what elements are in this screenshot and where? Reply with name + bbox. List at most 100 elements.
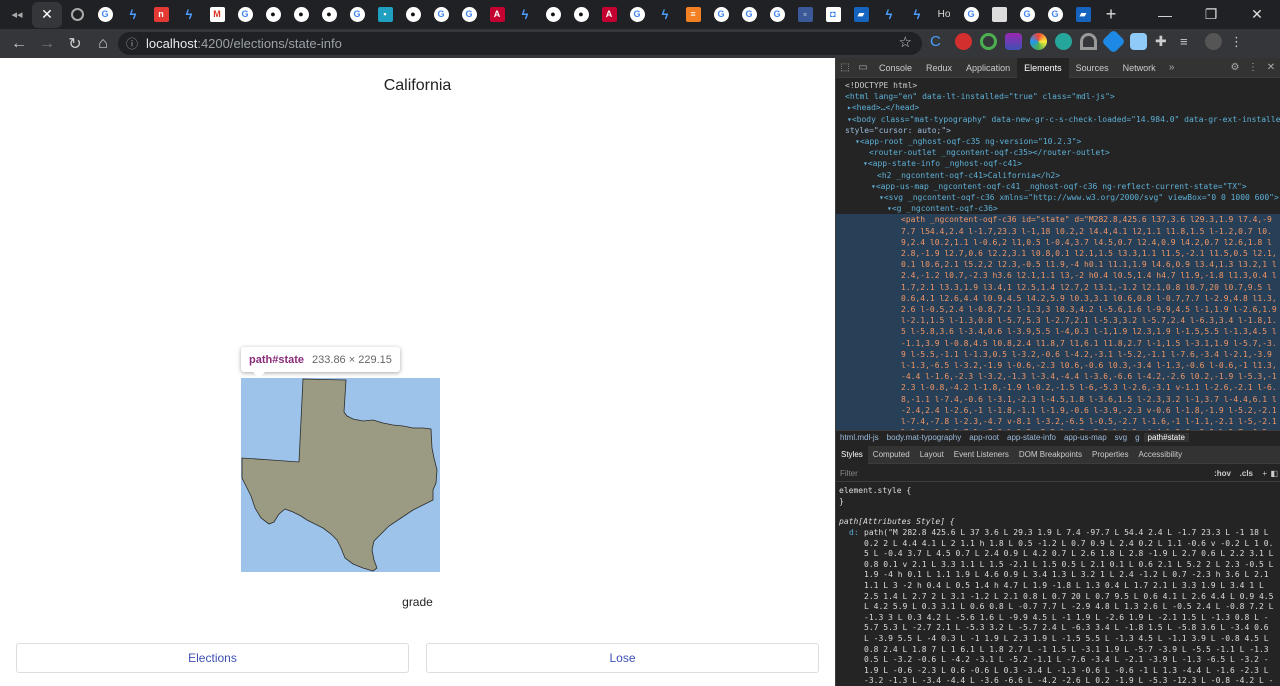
browser-tab-active[interactable]: ✕ (32, 1, 62, 28)
dom-node[interactable]: <router-outlet _ngcontent-oqf-c35></rout… (836, 147, 1280, 158)
dom-node[interactable]: ▾<app-state-info _nghost-oqf-c41> (836, 158, 1280, 169)
browser-tab[interactable]: ϟ (120, 2, 146, 28)
browser-tab[interactable]: n (148, 2, 174, 28)
settings-gear-icon[interactable]: ⚙ (1226, 62, 1244, 73)
extension-icon[interactable] (1080, 33, 1097, 50)
extension-icon[interactable]: C (930, 33, 947, 50)
address-bar[interactable]: ⓘ localhost:4200/elections/state-info ☆ (118, 32, 922, 55)
elections-button[interactable]: Elections (16, 643, 409, 673)
sidebar-toggle-icon[interactable]: ◧ (1270, 469, 1278, 478)
browser-tab[interactable]: G (344, 2, 370, 28)
browser-tab[interactable]: ● (260, 2, 286, 28)
info-icon[interactable]: ⓘ (126, 35, 138, 52)
device-toggle-icon[interactable]: ▭ (854, 62, 872, 73)
tab-elements[interactable]: Elements (1017, 57, 1069, 78)
browser-tab[interactable]: G (1042, 2, 1068, 28)
browser-tab[interactable]: G (428, 2, 454, 28)
browser-tab[interactable]: ϟ (176, 2, 202, 28)
element-style-rule[interactable]: element.style { (839, 486, 1278, 497)
browser-tab[interactable]: G (708, 2, 734, 28)
dom-node[interactable]: <h2 _ngcontent-oqf-c41>California</h2> (836, 170, 1280, 181)
browser-tab[interactable]: ● (568, 2, 594, 28)
browser-tab[interactable]: ● (540, 2, 566, 28)
browser-tab[interactable]: G (958, 2, 984, 28)
kebab-menu-icon[interactable]: ⋮ (1244, 62, 1262, 73)
inspect-icon[interactable]: ⬚ (836, 62, 854, 73)
tab-application[interactable]: Application (959, 58, 1017, 78)
browser-tab[interactable]: ϟ (652, 2, 678, 28)
browser-tab[interactable]: ▪ (372, 2, 398, 28)
browser-tab[interactable] (986, 2, 1012, 28)
breadcrumb-item[interactable]: g (1131, 433, 1143, 442)
breadcrumb-item[interactable]: svg (1111, 433, 1131, 442)
browser-tab[interactable]: ϟ (512, 2, 538, 28)
browser-tab[interactable]: ◘ (820, 2, 846, 28)
breadcrumb-item[interactable]: app-root (965, 433, 1003, 442)
dom-node[interactable]: <html lang="en" data-lt-installed="true"… (836, 91, 1280, 102)
avatar[interactable] (1205, 33, 1222, 50)
extension-icon[interactable] (1030, 33, 1047, 50)
close-window-button[interactable]: ✕ (1234, 0, 1280, 29)
browser-tab[interactable]: G (456, 2, 482, 28)
hov-toggle[interactable]: :hov (1214, 469, 1231, 478)
minimize-button[interactable]: — (1142, 0, 1188, 29)
dom-node[interactable]: ▾<app-root _nghost-oqf-c35 ng-version="1… (836, 136, 1280, 147)
browser-tab[interactable]: ▰ (848, 2, 874, 28)
home-button[interactable]: ⌂ (90, 31, 116, 57)
tab-styles[interactable]: Styles (836, 445, 868, 464)
extension-icon[interactable] (955, 33, 972, 50)
close-devtools-icon[interactable]: ✕ (1262, 62, 1280, 73)
dom-node[interactable]: ▾<body class="mat-typography" data-new-g… (836, 114, 1280, 125)
browser-tab[interactable]: G (764, 2, 790, 28)
dom-node[interactable]: ▾<svg _ngcontent-oqf-c36 xmlns="http://w… (836, 192, 1280, 203)
breadcrumb-item[interactable]: html.mdl-js (836, 433, 883, 442)
browser-tab[interactable]: ϟ (876, 2, 902, 28)
browser-tab-audio[interactable]: ◂◂ (4, 2, 30, 28)
browser-tab[interactable]: ● (316, 2, 342, 28)
tab-accessibility[interactable]: Accessibility (1134, 446, 1188, 464)
styles-filter-input[interactable]: Filter :hov .cls + ◧ (836, 465, 1280, 482)
browser-tab[interactable]: ▰ (1070, 2, 1096, 28)
media-icon[interactable]: ≡ (1180, 33, 1197, 50)
forward-button[interactable]: → (34, 31, 60, 57)
css-property-name[interactable]: d: (849, 528, 859, 537)
tab-redux[interactable]: Redux (919, 58, 959, 78)
browser-tab[interactable] (64, 2, 90, 28)
browser-tab[interactable]: A (596, 2, 622, 28)
browser-tab[interactable]: ● (288, 2, 314, 28)
dom-node[interactable]: ▾<app-us-map _ngcontent-oqf-c41 _nghost-… (836, 181, 1280, 192)
puzzle-icon[interactable]: ✚ (1155, 33, 1172, 50)
menu-icon[interactable]: ⋮ (1230, 33, 1247, 50)
dom-node[interactable]: ▾<g _ngcontent-oqf-c36> (836, 203, 1280, 214)
dom-node[interactable]: style="cursor: auto;"> (836, 125, 1280, 136)
lose-button[interactable]: Lose (426, 643, 819, 673)
maximize-button[interactable]: ❐ (1188, 0, 1234, 29)
browser-tab[interactable]: ● (400, 2, 426, 28)
reload-button[interactable]: ↻ (62, 31, 88, 57)
browser-tab[interactable]: G (624, 2, 650, 28)
dom-node[interactable]: ▸<head>…</head> (836, 102, 1280, 113)
tab-console[interactable]: Console (872, 58, 919, 78)
browser-tab[interactable]: G (1014, 2, 1040, 28)
state-shape[interactable] (241, 378, 438, 572)
tab-event-listeners[interactable]: Event Listeners (949, 446, 1014, 464)
tab-sources[interactable]: Sources (1069, 58, 1116, 78)
tab-computed[interactable]: Computed (868, 446, 915, 464)
cls-toggle[interactable]: .cls (1240, 469, 1253, 478)
browser-tab[interactable]: G (92, 2, 118, 28)
browser-tab[interactable]: ϟ (904, 2, 930, 28)
extension-icon[interactable] (1005, 33, 1022, 50)
browser-tab[interactable]: A (484, 2, 510, 28)
tab-network[interactable]: Network (1116, 58, 1163, 78)
bookmark-star-icon[interactable]: ☆ (899, 33, 912, 51)
close-tab-icon[interactable]: ✕ (41, 6, 53, 23)
extension-icon[interactable] (1055, 33, 1072, 50)
browser-tab[interactable]: ≡ (680, 2, 706, 28)
browser-tab[interactable]: G (736, 2, 762, 28)
breadcrumb-item[interactable]: app-state-info (1003, 433, 1060, 442)
breadcrumb-item-current[interactable]: path#state (1143, 433, 1189, 442)
browser-tab[interactable]: M (204, 2, 230, 28)
extension-icon[interactable] (980, 33, 997, 50)
tab-dom-breakpoints[interactable]: DOM Breakpoints (1014, 446, 1087, 464)
dom-node[interactable]: <!DOCTYPE html> (836, 80, 1280, 91)
